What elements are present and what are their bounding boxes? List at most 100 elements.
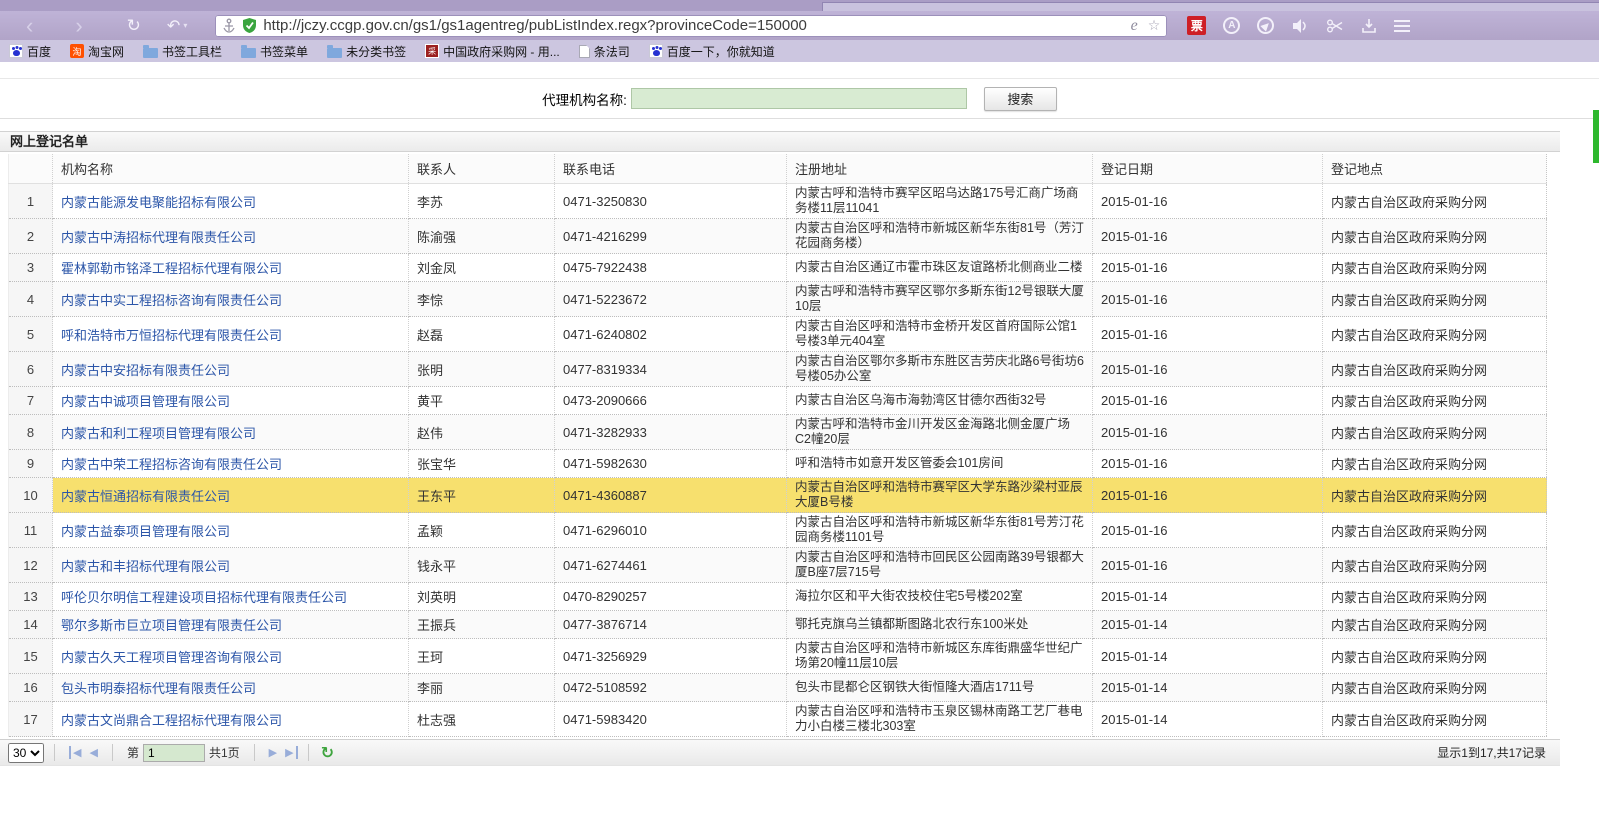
site-identity-icon[interactable] bbox=[222, 18, 236, 34]
bookmark-item[interactable]: 百度一下，你就知道 bbox=[649, 43, 775, 60]
speaker-icon[interactable] bbox=[1291, 18, 1309, 34]
table-row[interactable]: 11 内蒙古益泰项目管理有限公司 孟颖 0471-6296010 内蒙古自治区呼… bbox=[9, 513, 1547, 548]
bookmark-item[interactable]: 未分类书签 bbox=[327, 43, 406, 60]
agency-name-cell: 内蒙古文尚鼎合工程招标代理有限公司 bbox=[53, 702, 409, 737]
date-cell: 2015-01-14 bbox=[1093, 639, 1323, 674]
phone-cell: 0470-8290257 bbox=[555, 583, 787, 611]
agency-name-label: 代理机构名称: bbox=[542, 89, 627, 109]
forward-icon[interactable]: › bbox=[75, 16, 82, 36]
download-icon[interactable] bbox=[1361, 18, 1377, 34]
agency-name-link[interactable]: 内蒙古文尚鼎合工程招标代理有限公司 bbox=[61, 713, 282, 728]
agency-name-link[interactable]: 内蒙古中涛招标代理有限责任公司 bbox=[61, 230, 256, 245]
agency-name-link[interactable]: 内蒙古中实工程招标咨询有限责任公司 bbox=[61, 293, 282, 308]
table-row[interactable]: 16 包头市明泰招标代理有限责任公司 李丽 0472-5108592 包头市昆都… bbox=[9, 674, 1547, 702]
table-row[interactable]: 13 呼伦贝尔明信工程建设项目招标代理有限责任公司 刘英明 0470-82902… bbox=[9, 583, 1547, 611]
agency-name-link[interactable]: 呼伦贝尔明信工程建设项目招标代理有限责任公司 bbox=[61, 590, 347, 605]
browser-tab[interactable] bbox=[822, 2, 1599, 11]
table-row[interactable]: 4 内蒙古中实工程招标咨询有限责任公司 李悰 0471-5223672 内蒙古呼… bbox=[9, 282, 1547, 317]
folder-icon bbox=[143, 48, 158, 58]
table-row[interactable]: 15 内蒙古久天工程项目管理咨询有限公司 王珂 0471-3256929 内蒙古… bbox=[9, 639, 1547, 674]
bookmark-item[interactable]: 百度 bbox=[9, 43, 51, 60]
table-row[interactable]: 3 霍林郭勒市铭泽工程招标代理有限公司 刘金凤 0475-7922438 内蒙古… bbox=[9, 254, 1547, 282]
url-bar[interactable]: http://jczy.ccgp.gov.cn/gs1/gs1agentreg/… bbox=[215, 15, 1167, 37]
page-size-select[interactable]: 30 bbox=[8, 743, 44, 763]
agency-name-link[interactable]: 内蒙古恒通招标有限责任公司 bbox=[61, 489, 230, 504]
table-row[interactable]: 8 内蒙古和利工程项目管理有限公司 赵伟 0471-3282933 内蒙古呼和浩… bbox=[9, 415, 1547, 450]
contact-cell: 孟颖 bbox=[409, 513, 555, 548]
agency-name-link[interactable]: 内蒙古中诚项目管理有限公司 bbox=[61, 394, 230, 409]
agency-name-cell: 呼伦贝尔明信工程建设项目招标代理有限责任公司 bbox=[53, 583, 409, 611]
bookmark-item[interactable]: 书签工具栏 bbox=[143, 43, 222, 60]
next-page-icon[interactable]: ▶ bbox=[265, 746, 281, 759]
address-cell: 鄂托克旗乌兰镇都斯图路北农行东100米处 bbox=[787, 611, 1093, 639]
address-cell: 海拉尔区和平大街农技校住宅5号楼202室 bbox=[787, 583, 1093, 611]
agency-name-link[interactable]: 内蒙古中安招标有限责任公司 bbox=[61, 363, 230, 378]
back-icon[interactable]: ‹ bbox=[26, 16, 33, 36]
agency-name-link[interactable]: 内蒙古和丰招标代理有限公司 bbox=[61, 559, 230, 574]
agency-name-link[interactable]: 呼和浩特市万恒招标代理有限责任公司 bbox=[61, 328, 282, 343]
agency-name-link[interactable]: 包头市明泰招标代理有限责任公司 bbox=[61, 681, 256, 696]
scissors-icon[interactable] bbox=[1326, 19, 1344, 33]
agency-name-link[interactable]: 内蒙古能源发电聚能招标有限公司 bbox=[61, 195, 256, 210]
ticket-addon-icon[interactable]: 票 bbox=[1187, 16, 1206, 35]
agency-name-input[interactable] bbox=[631, 88, 967, 109]
agency-name-link[interactable]: 鄂尔多斯市巨立项目管理有限责任公司 bbox=[61, 618, 282, 633]
url-text[interactable]: http://jczy.ccgp.gov.cn/gs1/gs1agentreg/… bbox=[263, 17, 1130, 34]
contact-cell: 王珂 bbox=[409, 639, 555, 674]
place-cell: 内蒙古自治区政府采购分网 bbox=[1323, 219, 1547, 254]
undo-arrow-icon: ↶ bbox=[167, 16, 180, 36]
menu-icon[interactable] bbox=[1394, 20, 1410, 32]
ie-mode-icon[interactable]: e bbox=[1131, 17, 1138, 35]
prev-page-icon[interactable]: ◀ bbox=[85, 746, 101, 759]
table-row[interactable]: 1 内蒙古能源发电聚能招标有限公司 李苏 0471-3250830 内蒙古呼和浩… bbox=[9, 184, 1547, 219]
registration-list-section: 网上登记名单 机构名称 联系人 联系电话 注册地址 登记日期 登记地点 1 bbox=[0, 131, 1560, 766]
record-summary: 显示1到17,共17记录 bbox=[1437, 744, 1546, 761]
table-row[interactable]: 14 鄂尔多斯市巨立项目管理有限责任公司 王振兵 0477-3876714 鄂托… bbox=[9, 611, 1547, 639]
table-row[interactable]: 6 内蒙古中安招标有限责任公司 张明 0477-8319334 内蒙古自治区鄂尔… bbox=[9, 352, 1547, 387]
phone-cell: 0471-6274461 bbox=[555, 548, 787, 583]
address-cell: 包头市昆都仑区钢铁大街恒隆大酒店1711号 bbox=[787, 674, 1093, 702]
table-row[interactable]: 17 内蒙古文尚鼎合工程招标代理有限公司 杜志强 0471-5983420 内蒙… bbox=[9, 702, 1547, 737]
date-cell: 2015-01-16 bbox=[1093, 317, 1323, 352]
bookmark-item[interactable]: 书签菜单 bbox=[241, 43, 308, 60]
contact-cell: 王振兵 bbox=[409, 611, 555, 639]
bookmark-label: 百度一下，你就知道 bbox=[667, 43, 775, 60]
table-row[interactable]: 10 内蒙古恒通招标有限责任公司 王东平 0471-4360887 内蒙古自治区… bbox=[9, 478, 1547, 513]
circle-a-addon-icon[interactable]: A bbox=[1223, 17, 1240, 34]
table-row[interactable]: 9 内蒙古中荣工程招标咨询有限责任公司 张宝华 0471-5982630 呼和浩… bbox=[9, 450, 1547, 478]
first-page-icon[interactable]: ◀ bbox=[69, 746, 85, 759]
agency-name-link[interactable]: 内蒙古和利工程项目管理有限公司 bbox=[61, 426, 256, 441]
agency-name-link[interactable]: 内蒙古久天工程项目管理咨询有限公司 bbox=[61, 650, 282, 665]
date-cell: 2015-01-14 bbox=[1093, 702, 1323, 737]
compass-addon-icon[interactable] bbox=[1257, 17, 1274, 34]
header-address: 注册地址 bbox=[787, 154, 1093, 184]
pagination-bar: 30 ◀ ◀ 第 共1页 ▶ ▶ ↻ 显示1到17,共17记录 bbox=[0, 739, 1560, 766]
row-number: 10 bbox=[9, 478, 53, 513]
table-row[interactable]: 12 内蒙古和丰招标代理有限公司 钱永平 0471-6274461 内蒙古自治区… bbox=[9, 548, 1547, 583]
bookmark-star-icon[interactable]: ☆ bbox=[1148, 17, 1161, 34]
address-cell: 内蒙古自治区乌海市海勃湾区甘德尔西街32号 bbox=[787, 387, 1093, 415]
place-cell: 内蒙古自治区政府采购分网 bbox=[1323, 548, 1547, 583]
page-number-input[interactable] bbox=[143, 744, 205, 762]
refresh-icon[interactable]: ↻ bbox=[321, 743, 334, 763]
bookmark-item[interactable]: 条法司 bbox=[579, 43, 630, 60]
bookmark-item[interactable]: 采 中国政府采购网 - 用... bbox=[425, 43, 560, 60]
reload-icon[interactable]: ↻ bbox=[127, 16, 141, 36]
contact-cell: 王东平 bbox=[409, 478, 555, 513]
table-row[interactable]: 2 内蒙古中涛招标代理有限责任公司 陈渝强 0471-4216299 内蒙古自治… bbox=[9, 219, 1547, 254]
agency-name-link[interactable]: 内蒙古益泰项目管理有限公司 bbox=[61, 524, 230, 539]
table-row[interactable]: 5 呼和浩特市万恒招标代理有限责任公司 赵磊 0471-6240802 内蒙古自… bbox=[9, 317, 1547, 352]
recent-pages-control[interactable]: ↶ ▾ bbox=[167, 16, 187, 36]
table-row[interactable]: 7 内蒙古中诚项目管理有限公司 黄平 0473-2090666 内蒙古自治区乌海… bbox=[9, 387, 1547, 415]
folder-icon bbox=[241, 48, 256, 58]
contact-cell: 杜志强 bbox=[409, 702, 555, 737]
place-cell: 内蒙古自治区政府采购分网 bbox=[1323, 702, 1547, 737]
section-title: 网上登记名单 bbox=[0, 131, 1560, 152]
header-num bbox=[9, 154, 53, 184]
last-page-icon[interactable]: ▶ bbox=[281, 746, 297, 759]
agency-name-link[interactable]: 内蒙古中荣工程招标咨询有限责任公司 bbox=[61, 457, 282, 472]
agency-name-link[interactable]: 霍林郭勒市铭泽工程招标代理有限公司 bbox=[61, 261, 282, 276]
secure-shield-icon[interactable] bbox=[242, 17, 257, 34]
bookmark-item[interactable]: 淘 淘宝网 bbox=[70, 43, 124, 60]
search-button[interactable]: 搜索 bbox=[984, 87, 1057, 111]
